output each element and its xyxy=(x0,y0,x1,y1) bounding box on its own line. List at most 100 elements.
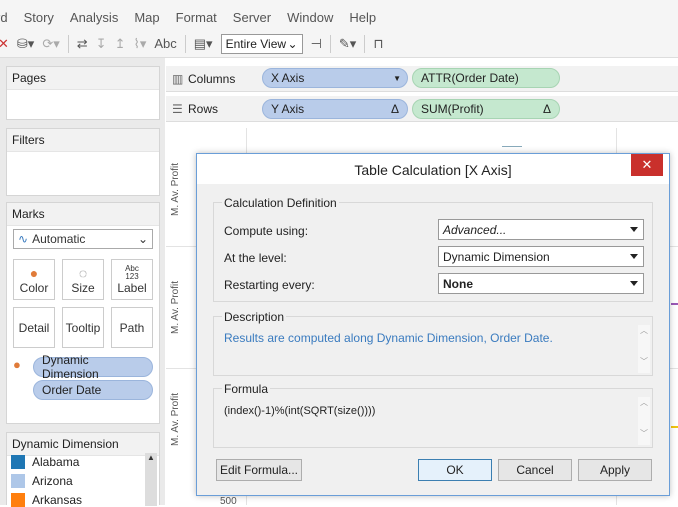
menu-help[interactable]: Help xyxy=(349,10,376,25)
scroll-up-icon: ︿ xyxy=(640,398,648,407)
edit-formula-button[interactable]: Edit Formula... xyxy=(216,459,302,481)
menu-format[interactable]: Format xyxy=(176,10,217,25)
menu-bar: rd Story Analysis Map Format Server Wind… xyxy=(0,0,678,34)
legend-label: Alabama xyxy=(32,455,80,469)
legend-item[interactable]: Alabama xyxy=(11,455,79,469)
color-button[interactable]: ● Color xyxy=(13,259,55,300)
menu-story[interactable]: Story xyxy=(24,10,54,25)
formula-group: Formula (index()-1)%(int(SQRT(size()))) … xyxy=(213,382,653,448)
columns-shelf: ▥ Columns X Axis ▼ ATTR(Order Date) xyxy=(166,66,678,92)
menu-analysis[interactable]: Analysis xyxy=(70,10,118,25)
pages-card[interactable]: Pages xyxy=(6,66,160,120)
legend-scrollbar[interactable]: ▲ xyxy=(145,453,157,506)
toolbar-divider xyxy=(184,34,186,53)
scroll-up-icon: ▲ xyxy=(147,453,155,462)
sum-profit-label: SUM(Profit) xyxy=(421,102,484,116)
restarting-every-label: Restarting every: xyxy=(224,278,315,292)
formula-text: (index()-1)%(int(SQRT(size()))) xyxy=(224,405,376,417)
datasource-icon[interactable]: ⛁▾ xyxy=(17,36,34,52)
path-button[interactable]: Path xyxy=(111,307,153,348)
sort-desc-icon[interactable]: ↥ xyxy=(115,36,126,52)
menu-map[interactable]: Map xyxy=(134,10,159,25)
line-mark xyxy=(502,146,522,150)
chevron-down-icon: ▼ xyxy=(393,73,401,83)
size-label: Size xyxy=(71,280,95,295)
menu-server[interactable]: Server xyxy=(233,10,271,25)
ok-button[interactable]: OK xyxy=(418,459,492,481)
chevron-down-icon: ⌄ xyxy=(287,36,298,51)
apply-button[interactable]: Apply xyxy=(578,459,652,481)
marks-card: Marks ∿ Automatic ⌄ ● Color ◌ Size Abc 12… xyxy=(6,202,160,424)
filters-title: Filters xyxy=(7,129,159,152)
marks-title: Marks xyxy=(7,203,159,226)
color-label: Color xyxy=(19,280,49,295)
toolbar: ✕ ⛁▾ ⟳▾ ⇄ ↧ ↥ ⌇▾ Abc ▤▾ Entire View ⌄ ⊣ ✎… xyxy=(0,30,678,58)
dynamic-dimension-pill[interactable]: Dynamic Dimension xyxy=(33,353,153,381)
left-panel: Pages Filters Marks ∿ Automatic ⌄ ● Colo… xyxy=(0,58,165,507)
tooltip-label: Tooltip xyxy=(65,320,101,335)
legend-item[interactable]: Arizona xyxy=(11,474,73,488)
cancel-button[interactable]: Cancel xyxy=(498,459,572,481)
line-mark xyxy=(671,303,678,305)
calc-definition-label: Calculation Definition xyxy=(222,196,339,210)
description-text: Results are computed along Dynamic Dimen… xyxy=(224,331,553,345)
legend-swatch xyxy=(11,474,25,488)
order-date-col-pill[interactable]: ATTR(Order Date) xyxy=(412,68,560,88)
legend-swatch xyxy=(11,455,25,469)
y-axis-title: M. Av. Profit xyxy=(170,393,181,446)
refresh-icon[interactable]: ⟳▾ xyxy=(42,36,59,52)
chevron-down-icon xyxy=(630,281,638,286)
line-mark xyxy=(671,426,678,428)
text-label-icon[interactable]: Abc xyxy=(154,36,176,52)
x-axis-pill[interactable]: X Axis ▼ xyxy=(262,68,408,88)
y-axis-pill[interactable]: Y Axis Δ xyxy=(262,99,408,119)
chart-icon[interactable]: ▤▾ xyxy=(194,36,213,52)
columns-icon: ▥ xyxy=(172,72,184,86)
label-label: Label xyxy=(117,280,147,295)
detail-button[interactable]: Detail xyxy=(13,307,55,348)
sort-asc-icon[interactable]: ↧ xyxy=(96,36,107,52)
description-label: Description xyxy=(222,310,287,324)
highlight-icon[interactable]: ✎▾ xyxy=(339,36,356,52)
filters-card[interactable]: Filters xyxy=(6,128,160,196)
swap-icon[interactable]: ⇄ xyxy=(77,36,88,52)
scroll-down-icon: ﹀ xyxy=(640,429,648,438)
pages-title: Pages xyxy=(7,67,159,90)
chevron-down-icon: ⌄ xyxy=(137,232,148,246)
label-button[interactable]: Abc 123 Label xyxy=(111,259,153,300)
view-size-select[interactable]: Entire View ⌄ xyxy=(220,33,303,54)
compute-using-select[interactable]: Advanced... xyxy=(438,219,644,240)
size-button[interactable]: ◌ Size xyxy=(62,259,104,300)
path-label: Path xyxy=(119,320,145,335)
rows-shelf: ☰ Rows Y Axis Δ SUM(Profit) Δ xyxy=(166,96,678,122)
close-button[interactable]: ✕ xyxy=(631,154,663,176)
restarting-every-select[interactable]: None xyxy=(438,273,644,294)
presentation-icon[interactable]: ⊓ xyxy=(373,36,383,52)
view-size-value: Entire View xyxy=(225,36,287,51)
chevron-down-icon xyxy=(630,254,638,259)
formula-label: Formula xyxy=(222,382,271,396)
compute-using-value: Advanced... xyxy=(443,223,507,237)
x-axis-label: X Axis xyxy=(271,71,305,85)
sum-profit-pill[interactable]: SUM(Profit) Δ xyxy=(412,99,560,119)
tooltip-button[interactable]: Tooltip xyxy=(62,307,104,348)
legend-title: Dynamic Dimension xyxy=(7,433,159,456)
order-date-pill[interactable]: Order Date xyxy=(33,380,153,400)
clear-x-icon[interactable]: ✕ xyxy=(0,36,9,52)
pin-icon[interactable]: ⊣ xyxy=(311,36,322,52)
menu-window[interactable]: Window xyxy=(287,10,333,25)
compute-using-label: Compute using: xyxy=(224,224,309,238)
formula-scrollbar[interactable]: ︿ ﹀ xyxy=(638,397,650,445)
at-level-label: At the level: xyxy=(224,251,287,265)
paperclip-icon[interactable]: ⌇▾ xyxy=(133,36,146,52)
mark-type-select[interactable]: ∿ Automatic ⌄ xyxy=(13,229,153,249)
description-scrollbar[interactable]: ︿ ﹀ xyxy=(638,325,650,373)
calc-definition-group: Calculation Definition Compute using: Ad… xyxy=(213,196,653,302)
at-level-select[interactable]: Dynamic Dimension xyxy=(438,246,644,267)
rows-label: Rows xyxy=(188,102,219,116)
dialog-title: Table Calculation [X Axis] xyxy=(197,154,669,184)
y-tick: 500 xyxy=(220,496,237,507)
size-icon: ◌ xyxy=(78,264,88,281)
legend-card: Dynamic Dimension Alabama Arizona Arkans… xyxy=(6,432,160,507)
menu-dashboard[interactable]: rd xyxy=(0,10,8,25)
